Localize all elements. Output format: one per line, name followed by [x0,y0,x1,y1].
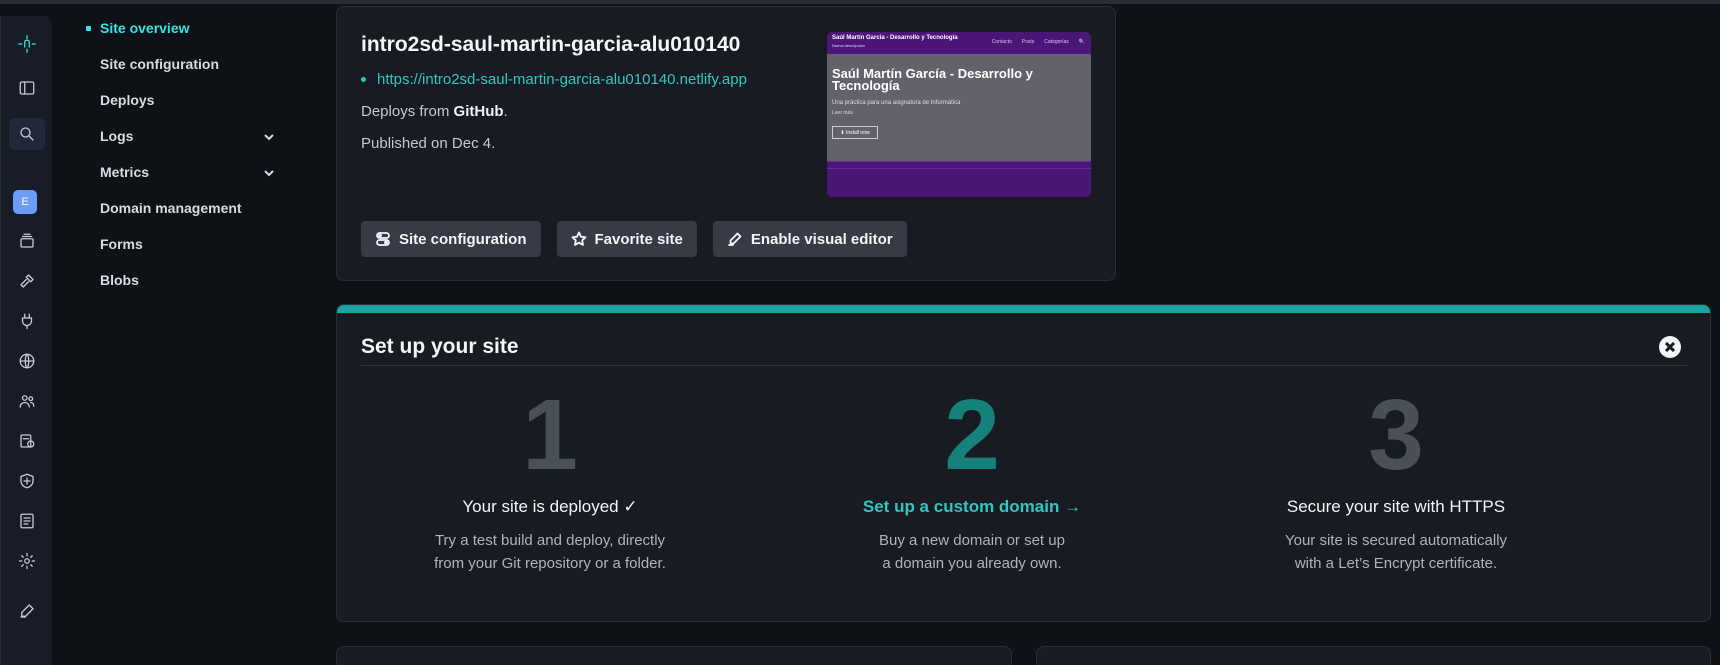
button-label: Enable visual editor [750,230,893,248]
step-description: Your site is secured automatically with … [1196,529,1596,575]
preview-text-2: Leer más [832,110,853,116]
subnav-deploys[interactable]: Deploys [84,82,284,118]
subnav-label: Site overview [100,20,190,36]
step-description-line: a domain you already own. [882,555,1062,572]
bottom-card-right [1036,646,1711,665]
preview-nav-item: Categorías [1044,39,1069,45]
subnav-domain-management[interactable]: Domain management [84,190,284,226]
pencil-icon [727,232,742,246]
deploy-source-suffix: . [503,103,508,120]
site-subnav: Site overview Site configuration Deploys… [84,10,284,298]
site-url-link[interactable]: https://intro2sd-saul-martin-garcia-alu0… [361,71,747,88]
deploy-source: Deploys from GitHub. [361,103,508,120]
integrations-icon[interactable] [9,305,45,337]
deploy-source-name[interactable]: GitHub [454,103,504,120]
team-avatar[interactable]: E [13,190,37,214]
domains-icon[interactable] [9,345,45,377]
step-heading: Secure your site with HTTPS [1286,497,1506,516]
edit-icon[interactable] [9,595,45,627]
settings-icon[interactable] [9,545,45,577]
subnav-site-overview[interactable]: Site overview [84,10,284,46]
star-icon [571,231,586,246]
subnav-logs[interactable]: Logs [84,118,284,154]
site-configuration-button[interactable]: Site configuration [361,221,541,257]
bottom-card-left [336,646,1012,665]
bullet-icon [361,77,366,82]
step-number: 1 [522,379,578,491]
preview-header: Saúl Martín García - Desarrollo y Tecnol… [827,32,1091,54]
preview-nav-item: 🔍 [1078,39,1085,45]
setup-step-1: 1 Your site is deployed ✓ Try a test bui… [350,385,750,575]
button-label: Site configuration [399,230,527,248]
step-heading: Your site is deployed ✓ [462,497,638,516]
divider [361,365,1687,366]
subnav-site-configuration[interactable]: Site configuration [84,46,284,82]
icon-rail: E [0,16,52,665]
preview-nav-item: Contacto [991,39,1012,45]
subnav-label: Deploys [100,92,155,108]
sidebar-toggle-icon[interactable] [9,72,45,104]
preview-footer [827,161,1091,197]
subnav-label: Metrics [100,164,150,180]
preview-nav: Contacto Posts Categorías 🔍 [992,39,1085,45]
step-description: Try a test build and deploy, directly fr… [350,529,750,575]
subnav-forms[interactable]: Forms [84,226,284,262]
setup-step-3: 3 Secure your site with HTTPS Your site … [1196,385,1596,575]
active-indicator [86,25,91,31]
site-overview-card: intro2sd-saul-martin-garcia-alu010140 ht… [336,6,1116,281]
audit-icon[interactable] [9,425,45,457]
step-number: 2 [944,379,1000,491]
sites-icon[interactable] [9,225,45,257]
site-preview-thumbnail[interactable]: Saúl Martín García - Desarrollo y Tecnol… [827,32,1091,197]
chevron-down-icon[interactable] [262,130,276,144]
preview-brand: Saúl Martín García - Desarrollo y Tecnol… [832,35,958,41]
setup-step-2: 2 Set up a custom domain → Buy a new dom… [772,385,1172,575]
step-number: 3 [1368,379,1424,491]
close-icon[interactable] [1659,336,1681,358]
netlify-logo-icon[interactable] [9,28,45,60]
setup-site-card: Set up your site 1 Your site is deployed… [336,304,1711,622]
search-icon[interactable] [9,118,45,150]
toggles-icon [376,232,390,246]
step-description: Buy a new domain or set up a domain you … [772,529,1172,575]
subnav-blobs[interactable]: Blobs [84,262,284,298]
window-top-border [0,0,1720,4]
security-icon[interactable] [9,465,45,497]
preview-nav-item: Posts [1021,39,1035,45]
step-description-line: Buy a new domain or set up [879,532,1065,549]
chevron-down-icon[interactable] [262,166,276,180]
subnav-label: Blobs [100,272,139,288]
logs-icon[interactable] [9,505,45,537]
subnav-metrics[interactable]: Metrics [84,154,284,190]
step-description-line: Try a test build and deploy, directly [434,532,666,549]
site-actions: Site configuration Favorite site Enable … [361,221,907,257]
step-description-line: with a Let’s Encrypt certificate. [1294,555,1498,572]
favorite-site-button[interactable]: Favorite site [556,221,697,257]
site-url-text: https://intro2sd-saul-martin-garcia-alu0… [377,71,747,88]
site-name: intro2sd-saul-martin-garcia-alu010140 [361,33,741,56]
subnav-label: Domain management [100,200,242,216]
accent-bar [337,305,1710,313]
preview-text: Una práctica para una asignatura de Info… [832,100,961,106]
step-description-line: Your site is secured automatically [1284,532,1508,549]
custom-domain-link[interactable]: Set up a custom domain → [772,497,1172,519]
preview-button: ⬇ Install now [832,126,878,139]
preview-title: Saúl Martín García - Desarrollo y Tecnol… [832,66,1033,93]
subnav-label: Forms [100,236,143,252]
preview-brand-sub: Nueva descripcion [832,43,865,48]
published-date: Published on Dec 4. [361,135,496,152]
step-description-line: from your Git repository or a folder. [434,555,666,572]
deploy-source-prefix: Deploys from [361,103,454,120]
subnav-label: Logs [100,128,134,144]
setup-title: Set up your site [361,335,519,358]
builds-icon[interactable] [9,265,45,297]
subnav-label: Site configuration [100,56,219,72]
enable-visual-editor-button[interactable]: Enable visual editor [712,221,907,257]
members-icon[interactable] [9,385,45,417]
button-label: Favorite site [594,230,683,248]
